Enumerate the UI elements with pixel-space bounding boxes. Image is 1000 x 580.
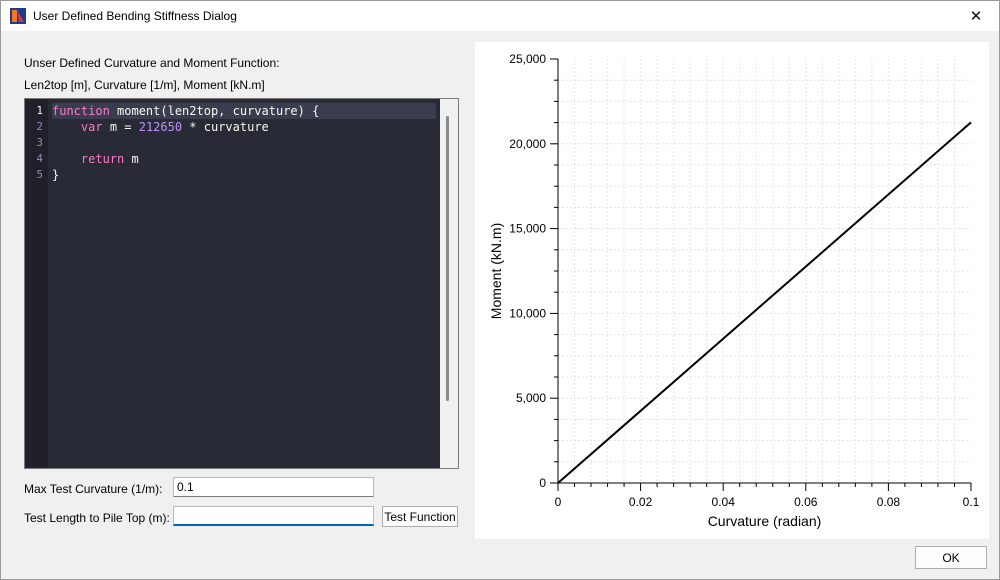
test-length-input[interactable] (173, 506, 374, 526)
close-button[interactable]: ✕ (953, 1, 999, 31)
code-area[interactable]: function moment(len2top, curvature) { va… (52, 103, 436, 183)
x-tick-label: 0.1 (963, 495, 980, 509)
line-number: 4 (36, 152, 43, 165)
code-line: var m = 212650 * curvature (80, 120, 269, 134)
y-tick-label: 25,000 (509, 52, 546, 66)
window-title: User Defined Bending Stiffness Dialog (33, 9, 237, 23)
chart-panel: 0 0.02 0.04 0.06 0.08 0.1 0 5,000 10,000 15,000 20… (475, 42, 989, 539)
line-number: 1 (36, 104, 43, 117)
x-tick-label: 0.08 (877, 495, 901, 509)
test-length-label: Test Length to Pile Top (m): (24, 511, 170, 525)
line-number: 3 (36, 136, 43, 149)
app-icon (10, 8, 26, 24)
editor-scrollbar[interactable] (440, 99, 458, 468)
x-tick-label: 0.04 (712, 495, 736, 509)
close-icon: ✕ (969, 8, 983, 25)
y-axis-label: Moment (kN.m) (488, 223, 504, 319)
title-bar: User Defined Bending Stiffness Dialog ✕ (1, 1, 999, 31)
dialog-window: User Defined Bending Stiffness Dialog ✕ … (0, 0, 1000, 580)
code-editor[interactable]: 1 2 3 4 5 function moment(len2top, curvature… (24, 98, 459, 469)
scrollbar-thumb[interactable] (446, 116, 449, 401)
moment-curve-line (557, 121, 972, 484)
y-tick-label: 5,000 (516, 391, 546, 405)
code-line: return m (80, 152, 139, 166)
test-function-button[interactable]: Test Function (382, 506, 458, 527)
max-curvature-input[interactable] (173, 477, 374, 497)
line-number: 2 (36, 120, 43, 133)
x-tick-label: 0.06 (794, 495, 818, 509)
function-label: Unser Defined Curvature and Moment Funct… (24, 56, 280, 70)
max-curvature-label: Max Test Curvature (1/m): (24, 482, 163, 496)
y-tick-label: 10,000 (509, 306, 546, 320)
moment-curvature-chart: 0 0.02 0.04 0.06 0.08 0.1 0 5,000 10,000 15,000 20… (488, 52, 980, 529)
ok-button[interactable]: OK (915, 546, 987, 569)
code-line: function moment(len2top, curvature) { (52, 103, 436, 119)
x-axis-label: Curvature (radian) (708, 513, 822, 529)
units-label: Len2top [m], Curvature [1/m], Moment [kN… (24, 78, 265, 92)
y-tick-label: 0 (539, 476, 546, 490)
y-tick-label: 15,000 (509, 222, 546, 236)
y-tick-label: 20,000 (509, 137, 546, 151)
x-tick-label: 0.02 (629, 495, 653, 509)
line-number-gutter: 1 2 3 4 5 (25, 99, 48, 468)
code-line: } (52, 168, 60, 182)
line-number: 5 (36, 168, 43, 181)
x-tick-label: 0 (555, 495, 562, 509)
